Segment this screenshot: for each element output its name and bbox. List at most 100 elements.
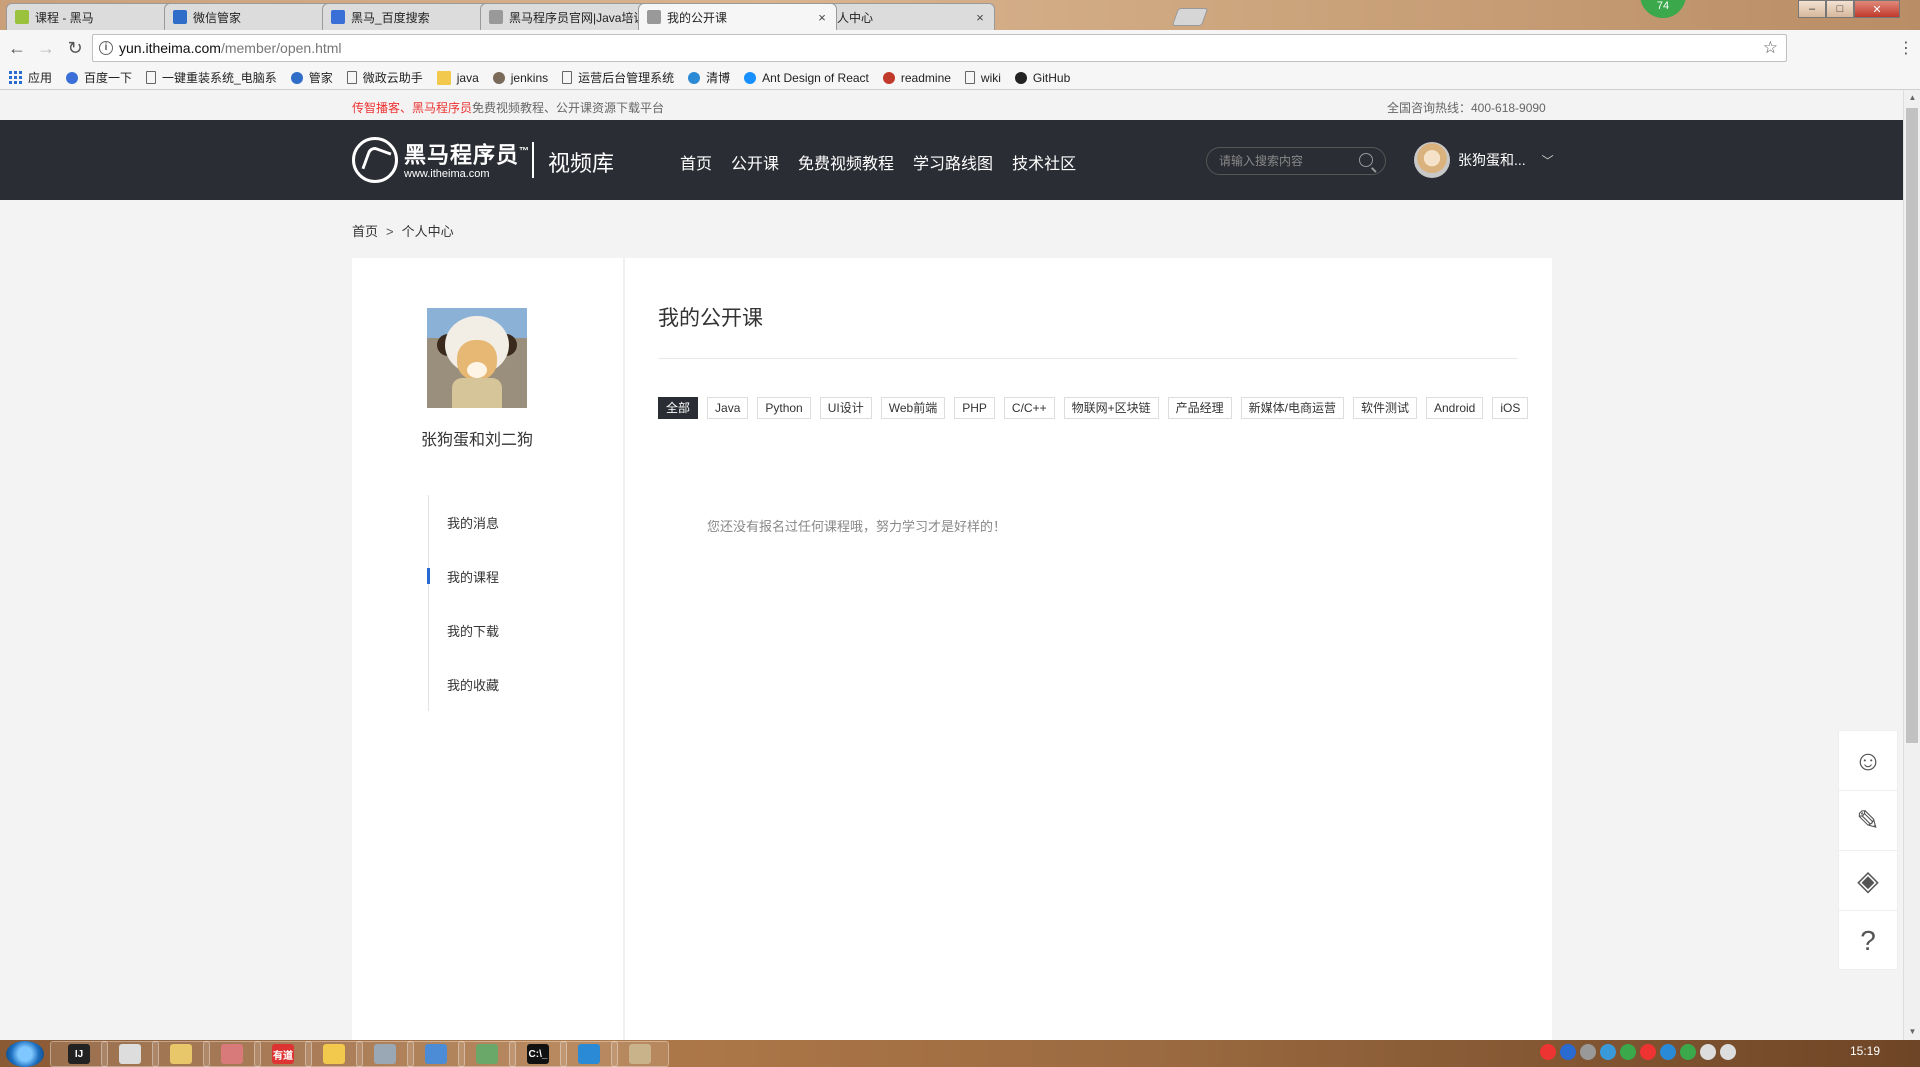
- bookmark-item[interactable]: jenkins: [492, 71, 548, 85]
- side-menu-item[interactable]: 我的下载: [429, 603, 578, 657]
- bookmark-item[interactable]: Ant Design of React: [744, 71, 869, 85]
- nav-link[interactable]: 首页: [680, 150, 712, 174]
- bookmark-item[interactable]: 清博: [688, 69, 730, 86]
- site-info-icon[interactable]: i: [99, 41, 113, 55]
- display-tray-icon[interactable]: [1720, 1044, 1736, 1060]
- close-tab-icon[interactable]: ×: [816, 10, 828, 25]
- taskbar-app[interactable]: [407, 1041, 465, 1067]
- reload-icon[interactable]: ↻: [63, 36, 87, 60]
- back-arrow-icon[interactable]: ←: [5, 36, 29, 60]
- taskbar-app[interactable]: [458, 1041, 516, 1067]
- tab-favicon-icon: [15, 10, 29, 24]
- scroll-up-icon[interactable]: ▲: [1904, 90, 1920, 106]
- new-tab-button[interactable]: [1171, 8, 1209, 26]
- help-tray-icon[interactable]: [1560, 1044, 1576, 1060]
- nav-link[interactable]: 免费视频教程: [798, 150, 894, 174]
- volume-icon[interactable]: [1700, 1044, 1716, 1060]
- nav-link[interactable]: 学习路线图: [913, 150, 993, 174]
- site-logo[interactable]: 黑马程序员™ www.itheima.com: [352, 137, 530, 183]
- search-input[interactable]: [1207, 148, 1347, 174]
- taskbar-app[interactable]: [152, 1041, 210, 1067]
- side-menu-item[interactable]: 我的收藏: [429, 657, 578, 711]
- page-icon: [964, 71, 975, 84]
- bookmark-item[interactable]: 微政云助手: [346, 69, 423, 86]
- taskbar-app[interactable]: [305, 1041, 363, 1067]
- category-filter[interactable]: Java: [707, 397, 749, 419]
- apps-icon: [8, 70, 22, 85]
- bookmark-item[interactable]: readmine: [882, 71, 951, 85]
- bookmark-item[interactable]: 管家: [290, 69, 333, 86]
- bookmark-item[interactable]: wiki: [964, 71, 1001, 85]
- category-filters: 全部 Java Python UI设计 Web前端 PHP C/C++ 物联网+区块链 产品经理…: [658, 397, 1537, 419]
- close-window-icon[interactable]: ✕: [1854, 0, 1900, 18]
- tray-icon[interactable]: [1580, 1044, 1596, 1060]
- bookmark-item[interactable]: java: [436, 70, 479, 85]
- feedback-pen-icon[interactable]: ✎: [1839, 791, 1897, 851]
- security-tray-icon[interactable]: [1620, 1044, 1636, 1060]
- taskbar-app[interactable]: 有道: [254, 1041, 312, 1067]
- bookmark-item[interactable]: 运营后台管理系统: [562, 69, 674, 86]
- taskbar-app[interactable]: [203, 1041, 261, 1067]
- page-scrollbar[interactable]: ▲ ▼: [1903, 90, 1920, 1040]
- tray-icon[interactable]: [1680, 1044, 1696, 1060]
- address-bar[interactable]: i yun.itheima.com/member/open.html ☆: [92, 34, 1787, 62]
- maximize-icon[interactable]: □: [1826, 0, 1854, 18]
- taskbar-app[interactable]: [611, 1041, 669, 1067]
- category-filter[interactable]: Python: [757, 397, 811, 419]
- notification-badge[interactable]: 74: [1640, 0, 1686, 18]
- tray-icon[interactable]: [1660, 1044, 1676, 1060]
- category-filter[interactable]: C/C++: [1003, 397, 1055, 419]
- taskbar-app[interactable]: C:\_: [509, 1041, 567, 1067]
- category-filter[interactable]: 软件测试: [1352, 397, 1417, 419]
- side-menu-item[interactable]: 我的消息: [429, 495, 578, 549]
- nav-link[interactable]: 公开课: [731, 150, 779, 174]
- category-filter[interactable]: 物联网+区块链: [1063, 397, 1159, 419]
- bookmark-star-icon[interactable]: ☆: [1763, 38, 1778, 58]
- category-filter[interactable]: PHP: [954, 397, 995, 419]
- scroll-down-icon[interactable]: ▼: [1904, 1024, 1920, 1040]
- category-filter[interactable]: Web前端: [880, 397, 946, 419]
- customer-service-icon[interactable]: ☺: [1839, 731, 1897, 791]
- baidu-icon: [66, 71, 79, 84]
- bookmark-item[interactable]: 百度一下: [66, 69, 132, 86]
- category-filter[interactable]: Android: [1425, 397, 1484, 419]
- category-filter[interactable]: 产品经理: [1167, 397, 1232, 419]
- bookmark-label: 一键重装系统_电脑系: [162, 71, 277, 85]
- side-menu-item[interactable]: 我的课程: [427, 549, 578, 603]
- category-filter[interactable]: UI设计: [819, 397, 872, 419]
- bookmark-item[interactable]: GitHub: [1014, 71, 1070, 85]
- nav-link[interactable]: 技术社区: [1012, 150, 1076, 174]
- bookmark-item[interactable]: 应用: [8, 69, 52, 86]
- avatar[interactable]: [1414, 142, 1450, 178]
- page-icon: [146, 71, 157, 84]
- taskbar-app[interactable]: [356, 1041, 414, 1067]
- system-clock[interactable]: 15:19: [1850, 1044, 1880, 1058]
- help-icon[interactable]: ?: [1839, 911, 1897, 971]
- search-icon[interactable]: [1359, 153, 1373, 167]
- tab-favicon-icon: [331, 10, 345, 24]
- user-menu[interactable]: 张狗蛋和... ﹀: [1414, 142, 1554, 178]
- scrollbar-thumb[interactable]: [1906, 108, 1918, 743]
- username[interactable]: 张狗蛋和...: [1458, 150, 1526, 170]
- bookmark-item[interactable]: 一键重装系统_电脑系: [146, 69, 277, 86]
- category-filter[interactable]: 新媒体/电商运营: [1240, 397, 1344, 419]
- category-filter[interactable]: iOS: [1492, 397, 1529, 419]
- taskbar-app[interactable]: [101, 1041, 159, 1067]
- chevron-down-icon[interactable]: ﹀: [1542, 152, 1554, 169]
- browser-menu-icon[interactable]: ⋮: [1898, 38, 1914, 58]
- category-filter[interactable]: 全部: [658, 397, 699, 419]
- taskbar-app[interactable]: [560, 1041, 618, 1067]
- tray-icon[interactable]: [1640, 1044, 1656, 1060]
- minimize-icon[interactable]: –: [1798, 0, 1826, 18]
- browser-tab[interactable]: 我的公开课 ×: [638, 3, 837, 30]
- forward-arrow-icon[interactable]: →: [34, 36, 58, 60]
- breadcrumb-home[interactable]: 首页: [352, 224, 378, 239]
- column-divider: [623, 258, 625, 1040]
- layers-icon[interactable]: ◈: [1839, 851, 1897, 911]
- sogou-tray-icon[interactable]: [1540, 1044, 1556, 1060]
- start-button-icon[interactable]: [6, 1041, 44, 1067]
- bookmark-label: 百度一下: [84, 71, 133, 85]
- taskbar-app[interactable]: IJ: [50, 1041, 108, 1067]
- close-tab-icon[interactable]: ×: [974, 10, 986, 25]
- network-tray-icon[interactable]: [1600, 1044, 1616, 1060]
